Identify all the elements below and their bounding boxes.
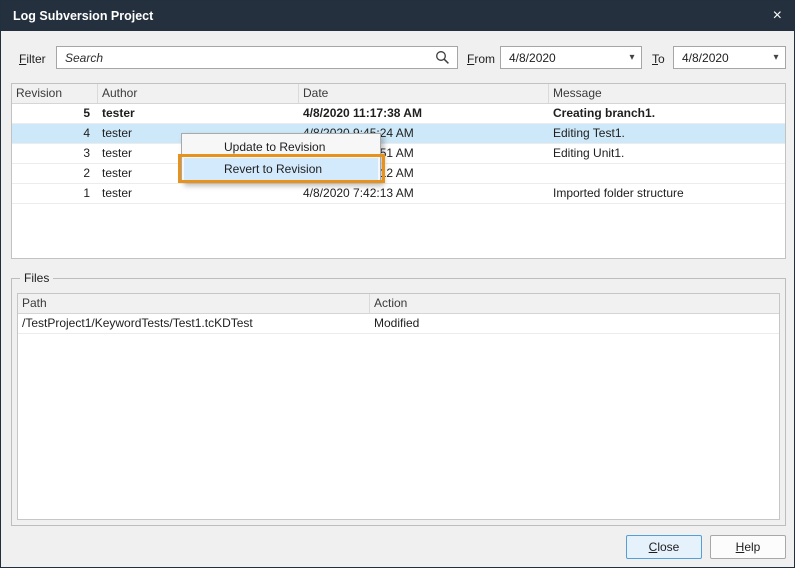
revision-cell: 5	[12, 104, 98, 123]
search-box[interactable]	[56, 46, 458, 69]
revision-cell: 3	[12, 144, 98, 163]
date-cell: 4/8/2020 7:42:13 AM	[299, 184, 549, 203]
chevron-down-icon[interactable]: ▾	[623, 52, 641, 63]
table-row[interactable]: 2 tester 4/8/2020 7:54:12 AM	[12, 164, 785, 184]
message-cell: Imported folder structure	[549, 184, 785, 203]
action-cell: Modified	[370, 314, 779, 333]
column-header-path[interactable]: Path	[18, 294, 370, 313]
table-row-selected[interactable]: 4 tester 4/8/2020 9:45:24 AM Editing Tes…	[12, 124, 785, 144]
table-row[interactable]: 5 tester 4/8/2020 11:17:38 AM Creating b…	[12, 104, 785, 124]
message-cell: Editing Unit1.	[549, 144, 785, 163]
chevron-down-icon[interactable]: ▾	[767, 52, 785, 63]
search-icon	[435, 50, 450, 65]
column-header-date[interactable]: Date	[299, 84, 549, 103]
dialog-title: Log Subversion Project	[13, 9, 153, 23]
files-table: Path Action /TestProject1/KeywordTests/T…	[17, 293, 780, 520]
titlebar: Log Subversion Project ×	[1, 1, 794, 31]
search-input[interactable]	[57, 51, 435, 65]
message-cell	[549, 164, 785, 183]
column-header-message[interactable]: Message	[549, 84, 785, 103]
author-cell: tester	[98, 184, 299, 203]
revision-cell: 2	[12, 164, 98, 183]
table-row[interactable]: 1 tester 4/8/2020 7:42:13 AM Imported fo…	[12, 184, 785, 204]
files-group-label: Files	[20, 271, 53, 285]
from-label: From	[467, 52, 495, 66]
from-date-combo[interactable]: 4/8/2020 ▾	[500, 46, 642, 69]
close-button-label: Close	[649, 540, 680, 554]
context-menu: Update to Revision Revert to Revision	[181, 133, 381, 183]
menu-item-update-to-revision[interactable]: Update to Revision	[184, 136, 378, 158]
to-date-combo[interactable]: 4/8/2020 ▾	[673, 46, 786, 69]
revision-cell: 1	[12, 184, 98, 203]
filter-label: Filter	[19, 52, 46, 66]
close-icon[interactable]: ×	[762, 8, 782, 24]
revisions-table: Revision Author Date Message 5 tester 4/…	[11, 83, 786, 259]
files-table-header: Path Action	[18, 294, 779, 314]
column-header-action[interactable]: Action	[370, 294, 779, 313]
log-subversion-dialog: Log Subversion Project × Filter From 4/8…	[0, 0, 795, 568]
to-label: To	[652, 52, 665, 66]
table-row[interactable]: 3 tester 4/8/2020 9:42:51 AM Editing Uni…	[12, 144, 785, 164]
table-row[interactable]: /TestProject1/KeywordTests/Test1.tcKDTes…	[18, 314, 779, 334]
help-button[interactable]: Help	[710, 535, 786, 559]
revision-cell: 4	[12, 124, 98, 143]
from-date-value: 4/8/2020	[509, 51, 623, 65]
help-button-label: Help	[736, 540, 761, 554]
menu-item-revert-to-revision[interactable]: Revert to Revision	[184, 158, 378, 180]
column-header-author[interactable]: Author	[98, 84, 299, 103]
author-cell: tester	[98, 104, 299, 123]
files-group: Files Path Action /TestProject1/KeywordT…	[11, 278, 786, 526]
date-cell: 4/8/2020 11:17:38 AM	[299, 104, 549, 123]
column-header-revision[interactable]: Revision	[12, 84, 98, 103]
close-button[interactable]: Close	[626, 535, 702, 559]
message-cell: Editing Test1.	[549, 124, 785, 143]
path-cell: /TestProject1/KeywordTests/Test1.tcKDTes…	[18, 314, 370, 333]
to-date-value: 4/8/2020	[682, 51, 767, 65]
revisions-table-header: Revision Author Date Message	[12, 84, 785, 104]
message-cell: Creating branch1.	[549, 104, 785, 123]
